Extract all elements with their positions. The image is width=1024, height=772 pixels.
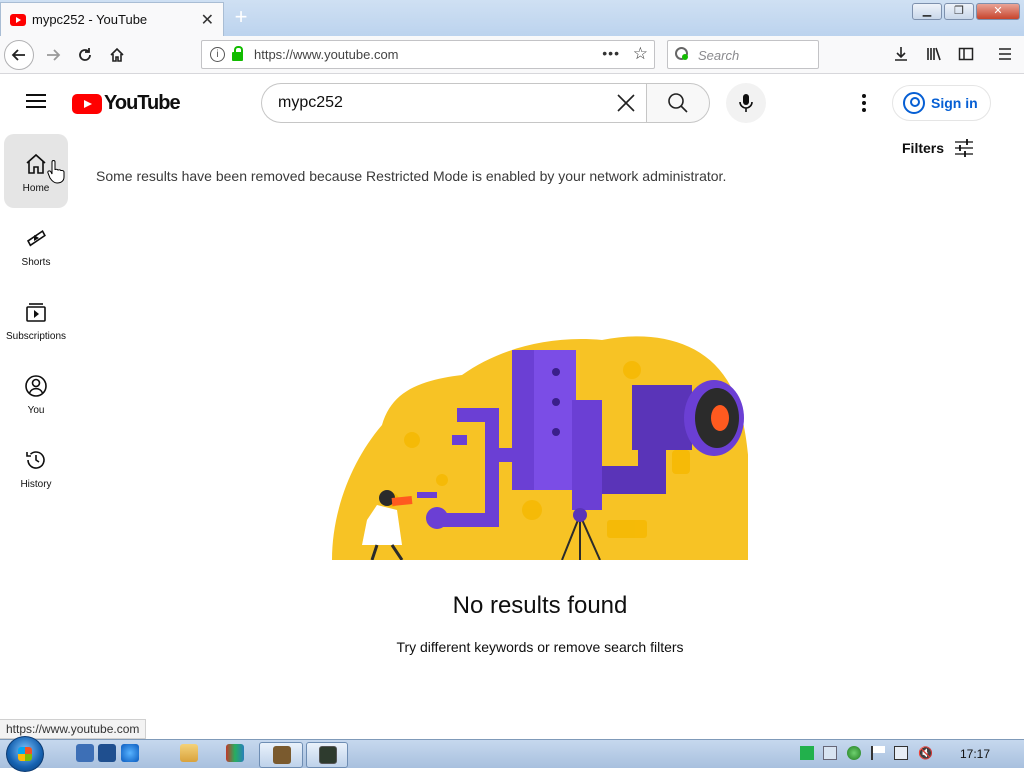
terminal-icon bbox=[319, 746, 337, 764]
account-icon bbox=[903, 92, 925, 114]
bookmark-star-icon[interactable]: ☆ bbox=[633, 44, 648, 64]
search-engine-icon bbox=[675, 47, 688, 60]
clear-search-icon[interactable] bbox=[615, 92, 637, 114]
secure-lock-icon bbox=[232, 46, 243, 61]
tab-title: mypc252 - YouTube bbox=[32, 12, 148, 27]
taskbar-app-button[interactable] bbox=[259, 742, 303, 768]
browser-search-bar[interactable]: Search bbox=[667, 40, 819, 69]
search-query: mypc252 bbox=[278, 94, 343, 111]
network-icon[interactable] bbox=[894, 746, 908, 760]
taskbar-terminal-button[interactable] bbox=[306, 742, 348, 768]
browser-navbar: i https://www.youtube.com ••• ☆ Search bbox=[0, 36, 1024, 74]
youtube-favicon-icon bbox=[10, 13, 26, 26]
youtube-wordmark: YouTube bbox=[104, 92, 181, 114]
sidebar-item-history[interactable]: History bbox=[4, 430, 68, 504]
search-icon bbox=[668, 93, 688, 113]
network-manager-icon[interactable] bbox=[98, 744, 116, 762]
menu-hamburger-icon[interactable] bbox=[997, 46, 1013, 67]
filters-button[interactable]: Filters bbox=[902, 138, 974, 158]
history-icon bbox=[26, 451, 45, 469]
reload-icon bbox=[79, 48, 91, 61]
browser-search-placeholder: Search bbox=[698, 48, 740, 63]
window-controls: ▁ ❐ ✕ bbox=[912, 3, 1020, 20]
no-results-hint: Try different keywords or remove search … bbox=[396, 639, 684, 655]
sign-in-button[interactable]: Sign in bbox=[892, 85, 991, 121]
youtube-logo[interactable]: YouTube bbox=[72, 92, 181, 115]
page-actions-icon[interactable]: ••• bbox=[602, 45, 620, 61]
voice-search-button[interactable] bbox=[726, 83, 766, 123]
sidebar-item-label: Shorts bbox=[21, 257, 51, 268]
back-arrow-icon bbox=[11, 49, 25, 61]
window-close-button[interactable]: ✕ bbox=[976, 3, 1020, 20]
sign-in-label: Sign in bbox=[931, 95, 978, 111]
reload-button[interactable] bbox=[70, 40, 100, 70]
restore-button[interactable]: ❐ bbox=[944, 3, 974, 20]
forward-button[interactable] bbox=[38, 40, 68, 70]
file-explorer-icon[interactable] bbox=[180, 744, 198, 762]
sidebar-toggle-icon[interactable] bbox=[958, 46, 974, 67]
url-text: https://www.youtube.com bbox=[254, 47, 399, 62]
sidebar-item-label: History bbox=[20, 479, 52, 490]
volume-muted-icon[interactable]: 🔇 bbox=[918, 746, 933, 760]
minimize-button[interactable]: ▁ bbox=[912, 3, 942, 20]
sidebar-item-label: Home bbox=[22, 183, 50, 194]
downloads-icon[interactable] bbox=[893, 46, 909, 67]
sidebar-item-you[interactable]: You bbox=[4, 356, 68, 430]
filters-label: Filters bbox=[902, 140, 945, 156]
new-tab-button[interactable]: + bbox=[230, 4, 252, 30]
app-icon bbox=[273, 746, 291, 764]
taskbar-clock[interactable]: 17:17 bbox=[960, 747, 990, 761]
shorts-icon bbox=[26, 229, 46, 247]
no-results-title: No results found bbox=[452, 592, 628, 619]
hand-cursor-icon bbox=[47, 160, 65, 184]
youtube-search-input[interactable]: mypc252 bbox=[261, 83, 647, 123]
youtube-header: YouTube mypc252 Sign in bbox=[0, 74, 1024, 130]
internet-explorer-icon[interactable] bbox=[121, 744, 139, 762]
guide-menu-icon[interactable] bbox=[26, 94, 46, 108]
windows-taskbar: 🔇 17:17 bbox=[0, 736, 1024, 772]
start-button[interactable] bbox=[6, 736, 44, 772]
youtube-play-icon bbox=[72, 93, 102, 114]
library-icon[interactable] bbox=[926, 46, 942, 67]
restricted-mode-notice: Some results have been removed because R… bbox=[96, 168, 727, 184]
browser-titlebar: mypc252 - YouTube ✕ + ▁ ❐ ✕ bbox=[0, 0, 1024, 36]
back-button[interactable] bbox=[4, 40, 34, 70]
search-button[interactable] bbox=[646, 83, 710, 123]
sidebar-item-label: Subscriptions bbox=[5, 331, 67, 342]
sidebar-item-subscriptions[interactable]: Subscriptions bbox=[4, 282, 68, 356]
home-button[interactable] bbox=[102, 40, 132, 70]
settings-more-icon[interactable] bbox=[862, 94, 866, 115]
forward-arrow-icon bbox=[47, 49, 61, 61]
browser-tab[interactable]: mypc252 - YouTube ✕ bbox=[0, 2, 224, 36]
archive-app-icon[interactable] bbox=[226, 744, 244, 762]
tray-status-icon[interactable] bbox=[800, 746, 814, 760]
tune-sliders-icon bbox=[955, 139, 974, 157]
tray-security-icon[interactable] bbox=[847, 746, 861, 760]
site-info-icon[interactable]: i bbox=[210, 47, 225, 62]
sidebar-item-label: You bbox=[27, 405, 45, 416]
action-center-flag-icon[interactable] bbox=[871, 746, 885, 760]
you-icon bbox=[25, 375, 47, 397]
sidebar-item-shorts[interactable]: Shorts bbox=[4, 208, 68, 282]
subscriptions-icon bbox=[26, 303, 46, 322]
browser-home-icon bbox=[110, 47, 124, 62]
no-results-illustration bbox=[332, 336, 748, 560]
show-desktop-icon[interactable] bbox=[76, 744, 94, 762]
home-icon bbox=[26, 153, 46, 174]
tray-document-icon[interactable] bbox=[823, 746, 837, 760]
url-bar[interactable]: i https://www.youtube.com ••• ☆ bbox=[201, 40, 655, 69]
tab-close-icon[interactable]: ✕ bbox=[201, 10, 214, 30]
microphone-icon bbox=[739, 94, 753, 112]
